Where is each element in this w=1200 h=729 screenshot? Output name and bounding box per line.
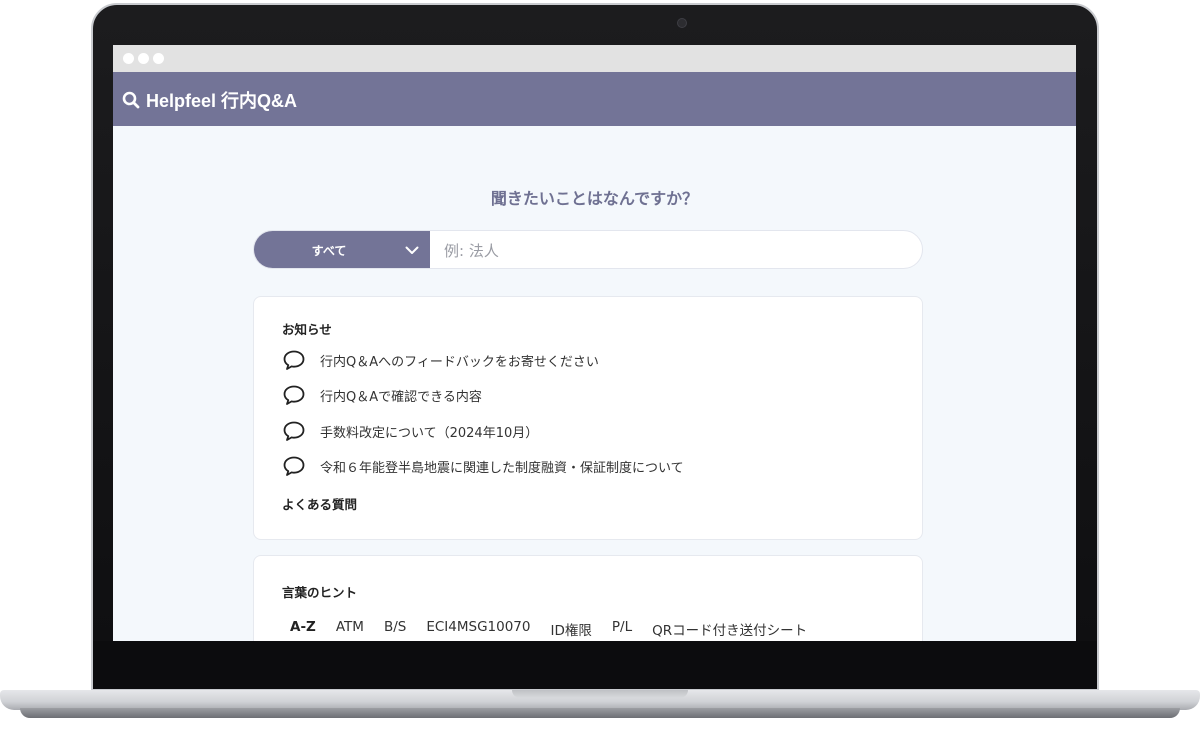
category-selected-label: すべて	[311, 244, 347, 258]
hint-item[interactable]: B/S	[384, 619, 406, 639]
notice-label: 行内Q＆Aへのフィードバックをお寄せください	[320, 354, 599, 370]
app-title: Helpfeel 行内Q&A	[146, 91, 298, 111]
hint-item[interactable]: P/L	[612, 619, 632, 639]
notice-item[interactable]: 手数料改定について（2024年10月）	[282, 420, 538, 442]
window-dot-icon[interactable]	[138, 53, 149, 64]
search-bar: すべて	[253, 230, 923, 269]
notice-item[interactable]: 行内Q＆Aへのフィードバックをお寄せください	[282, 349, 599, 371]
chevron-down-icon	[405, 246, 419, 254]
camera-icon	[677, 18, 687, 28]
browser-window: Helpfeel 行内Q&A 聞きたいことはなんですか？ すべて お知らせ 行内…	[113, 45, 1076, 641]
speech-bubble-icon	[283, 456, 305, 476]
faq-heading[interactable]: よくある質問	[282, 494, 357, 513]
hint-item[interactable]: ATM	[336, 619, 364, 639]
notice-label: 行内Q＆Aで確認できる内容	[320, 389, 482, 405]
notices-card: お知らせ 行内Q＆Aへのフィードバックをお寄せください 行内Q＆Aで確認できる内…	[253, 296, 923, 540]
window-dot-icon[interactable]	[153, 53, 164, 64]
laptop-mockup: Helpfeel 行内Q&A 聞きたいことはなんですか？ すべて お知らせ 行内…	[0, 0, 1200, 729]
notice-item[interactable]: 令和６年能登半島地震に関連した制度融資・保証制度について	[282, 455, 684, 477]
hint-item[interactable]: ID権限	[550, 619, 591, 639]
hints-title: 言葉のヒント	[282, 585, 358, 600]
app-logo[interactable]: Helpfeel 行内Q&A	[122, 87, 297, 113]
speech-bubble-icon	[283, 350, 305, 370]
search-icon	[122, 91, 140, 109]
laptop-notch	[512, 690, 688, 698]
hint-item[interactable]: ECI4MSG10070	[426, 619, 530, 639]
search-prompt: 聞きたいことはなんですか？	[490, 189, 699, 208]
search-input[interactable]	[442, 231, 916, 268]
speech-bubble-icon	[283, 421, 305, 441]
laptop-base-shadow	[20, 708, 1180, 718]
screen-bezel	[93, 641, 1097, 689]
hint-item-a-z[interactable]: A-Z	[290, 619, 316, 639]
hints-card: 言葉のヒント A-Z ATM B/S ECI4MSG10070 ID権限 P/L…	[253, 555, 923, 641]
speech-bubble-icon	[283, 385, 305, 405]
hint-list: A-Z ATM B/S ECI4MSG10070 ID権限 P/L QRコード付…	[282, 619, 827, 639]
browser-titlebar	[113, 45, 1076, 72]
notices-title: お知らせ	[282, 322, 332, 337]
hint-item[interactable]: QRコード付き送付シート	[652, 619, 807, 639]
category-dropdown[interactable]: すべて	[254, 231, 430, 268]
app-header: Helpfeel 行内Q&A	[113, 72, 1076, 126]
notice-item[interactable]: 行内Q＆Aで確認できる内容	[282, 384, 482, 406]
window-dot-icon[interactable]	[123, 53, 134, 64]
notice-label: 令和６年能登半島地震に関連した制度融資・保証制度について	[320, 460, 684, 476]
notice-label: 手数料改定について（2024年10月）	[320, 425, 539, 441]
